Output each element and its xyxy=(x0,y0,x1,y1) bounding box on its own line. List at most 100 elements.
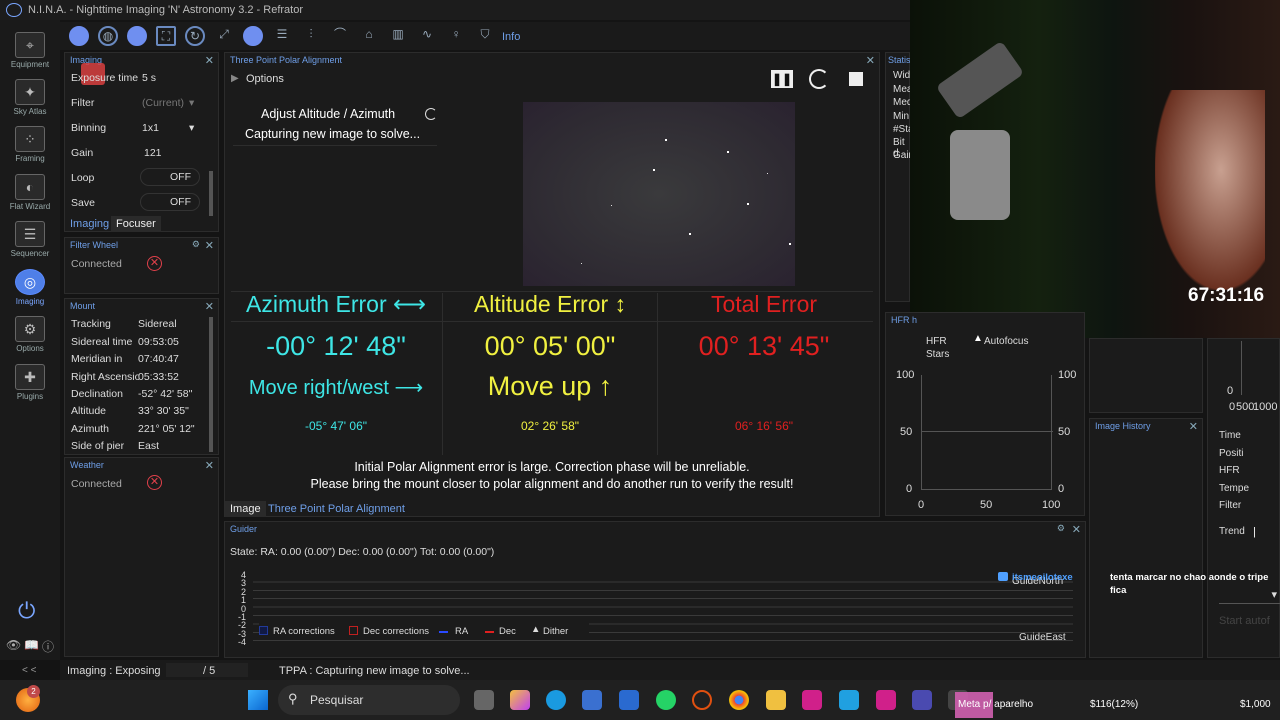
edge-icon[interactable] xyxy=(546,690,566,710)
toolbar-rotate-icon[interactable]: ↻ xyxy=(185,26,205,46)
start-autofocus-button[interactable]: Start autof xyxy=(1219,615,1280,627)
collapse-button[interactable]: < < xyxy=(22,665,36,676)
webcam-overlay: 67:31:16 xyxy=(910,0,1280,338)
app-icon[interactable] xyxy=(619,690,639,710)
tppa-status: TPPA : Capturing new image to solve... xyxy=(279,665,470,677)
star xyxy=(689,233,691,235)
tab-focuser[interactable]: Focuser xyxy=(111,216,161,232)
nav-flat-wizard[interactable]: ◐ Flat Wizard xyxy=(0,174,60,211)
options-toggle[interactable]: Options xyxy=(246,73,284,85)
binning-select[interactable]: 1x1 xyxy=(142,122,159,134)
gain-input[interactable]: 121 xyxy=(144,147,162,159)
tab-tppa[interactable]: Three Point Polar Alignment xyxy=(263,501,410,517)
guider-panel: Guider ⚙ ✕ State: RA: 0.00 (0.00") Dec: … xyxy=(224,521,1086,658)
taskbar-search[interactable]: ⚲ Pesquisar xyxy=(278,685,460,715)
chrome-icon[interactable] xyxy=(729,690,749,710)
mount-row-value: 33° 30' 35" xyxy=(138,405,189,417)
book-icon[interactable]: 📖 xyxy=(24,638,39,652)
y2-tick: 0 xyxy=(1058,483,1065,495)
mount-row-label: Side of pier xyxy=(71,440,125,452)
toolbar-target-icon[interactable] xyxy=(243,26,263,46)
panel-header: Statist xyxy=(888,55,914,65)
total-error-label: Total Error xyxy=(710,291,818,317)
y2-tick: 50 xyxy=(1058,426,1071,438)
close-icon[interactable]: ✕ xyxy=(205,54,214,67)
toolbar-frame-icon[interactable]: ⛶ xyxy=(156,26,176,46)
scrollbar[interactable] xyxy=(209,171,213,216)
info-icon[interactable]: ⓘ xyxy=(42,638,54,655)
mount-row-value: 07:40:47 xyxy=(138,353,179,365)
power-icon[interactable]: ⏻ xyxy=(18,598,35,624)
af-x-tick: 0 xyxy=(1229,401,1236,413)
nav-framing[interactable]: ⁘ Framing xyxy=(0,126,60,163)
star xyxy=(611,205,612,206)
mount-row-label: Tracking xyxy=(71,318,111,330)
toolbar-bulb-icon[interactable]: ♀ xyxy=(446,26,466,46)
toolbar-sliders-icon[interactable]: ⫶ xyxy=(301,26,321,46)
sky-atlas-icon: ✦ xyxy=(15,79,45,105)
af-label: HFR xyxy=(1219,465,1240,476)
close-icon[interactable]: ✕ xyxy=(1189,420,1198,433)
legend-line xyxy=(439,631,448,633)
settings-icon[interactable]: ⚙ xyxy=(1057,523,1065,534)
settings-icon[interactable]: ⚙ xyxy=(192,239,200,250)
close-icon[interactable]: ✕ xyxy=(866,54,875,67)
af-label: Trend xyxy=(1219,526,1245,537)
pause-button[interactable]: ❚❚ xyxy=(771,70,793,88)
toolbar-list-icon[interactable]: ☰ xyxy=(272,26,292,46)
toolbar-stats-icon[interactable]: ▥ xyxy=(388,26,408,46)
nav-label: Options xyxy=(16,344,44,353)
app-icon[interactable] xyxy=(839,690,859,710)
warning-line-2: Please bring the mount closer to polar a… xyxy=(310,477,794,491)
close-icon[interactable]: ✕ xyxy=(205,300,214,313)
toolbar-shield-icon[interactable]: ⛉ xyxy=(475,26,495,46)
nav-sky-atlas[interactable]: ✦ Sky Atlas xyxy=(0,79,60,116)
store-icon[interactable] xyxy=(582,690,602,710)
exposure-input[interactable]: 5 s xyxy=(142,72,156,84)
close-icon[interactable]: ✕ xyxy=(1072,523,1081,536)
toolbar-imaging-icon[interactable] xyxy=(69,26,89,46)
filter-select[interactable]: (Current) xyxy=(142,97,184,109)
nav-label: Sky Atlas xyxy=(13,107,47,116)
nav-plugins[interactable]: ✚ Plugins xyxy=(0,364,60,401)
tab-imaging[interactable]: Imaging xyxy=(65,216,114,232)
toolbar-filter-icon[interactable]: ◍ xyxy=(98,26,118,46)
eye-icon[interactable]: 👁 xyxy=(6,638,21,652)
divider xyxy=(233,145,437,146)
windows-start-icon[interactable] xyxy=(248,690,268,710)
stop-button[interactable] xyxy=(849,72,863,86)
goal-progress: $116(12%) xyxy=(1090,699,1139,710)
close-icon[interactable]: ✕ xyxy=(205,459,214,472)
toolbar-info-label[interactable]: Info xyxy=(502,31,520,43)
origin-icon[interactable] xyxy=(692,690,712,710)
close-icon[interactable]: ✕ xyxy=(205,239,214,252)
imaging-icon: ◎ xyxy=(15,269,45,295)
star xyxy=(767,173,768,174)
save-toggle[interactable]: OFF xyxy=(140,193,200,211)
nav-imaging[interactable]: ◎ Imaging xyxy=(0,269,60,306)
af-label: Positi xyxy=(1219,448,1244,459)
nav-equipment[interactable]: ⌖ Equipment xyxy=(0,32,60,69)
explorer-icon[interactable] xyxy=(766,690,786,710)
legend-dec: Dec xyxy=(499,626,516,637)
app-icon[interactable] xyxy=(876,690,896,710)
nav-options[interactable]: ⚙ Options xyxy=(0,316,60,353)
toolbar-observatory-icon[interactable]: ⌂ xyxy=(359,26,379,46)
toolbar-focus-icon[interactable] xyxy=(127,26,147,46)
stat-label: Wid xyxy=(893,70,911,81)
toolbar-guide-icon[interactable]: ⤢ xyxy=(214,26,234,46)
nav-sequencer[interactable]: ☰ Sequencer xyxy=(0,221,60,258)
app-icon[interactable] xyxy=(912,690,932,710)
star xyxy=(789,243,791,245)
expand-icon[interactable]: ▶ xyxy=(231,73,239,84)
tab-image[interactable]: Image xyxy=(225,501,266,517)
app-icon[interactable] xyxy=(802,690,822,710)
af-label: Filter xyxy=(1219,500,1242,511)
whatsapp-icon[interactable] xyxy=(656,690,676,710)
toolbar-chart-icon[interactable]: ∿ xyxy=(417,26,437,46)
task-view-icon[interactable] xyxy=(474,690,494,710)
loop-toggle[interactable]: OFF xyxy=(140,168,200,186)
scrollbar[interactable] xyxy=(209,317,213,452)
copilot-icon[interactable] xyxy=(510,690,530,710)
toolbar-dome-icon[interactable]: ⌒ xyxy=(330,26,350,46)
